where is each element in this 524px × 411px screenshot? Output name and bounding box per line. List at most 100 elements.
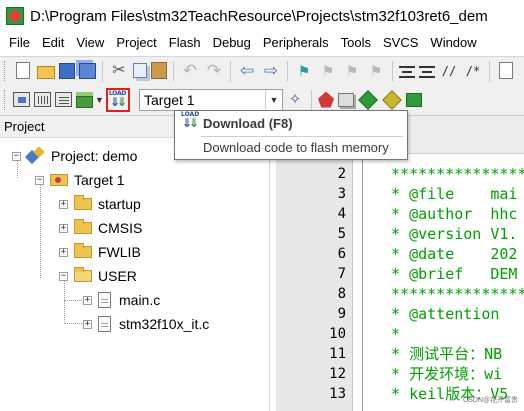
manage-rte-icon[interactable] xyxy=(318,91,334,108)
toolbar-grip[interactable] xyxy=(4,60,7,81)
tree-expander[interactable]: + xyxy=(59,199,68,209)
menu-view[interactable]: View xyxy=(70,32,110,54)
code-line: *************** xyxy=(382,285,524,303)
toolbar-separator xyxy=(102,60,103,81)
project-icon xyxy=(27,148,45,164)
menu-flash[interactable]: Flash xyxy=(163,32,207,54)
copy-icon[interactable] xyxy=(133,63,147,78)
rebuild-icon[interactable] xyxy=(55,92,72,107)
code-line: * @file mai xyxy=(382,185,518,203)
tree-label: USER xyxy=(98,268,137,284)
tree-expander[interactable]: − xyxy=(12,151,21,161)
toolbar-separator xyxy=(230,60,231,81)
tree-item-file-it[interactable]: + stm32f10x_it.c xyxy=(83,313,209,335)
fold-line xyxy=(362,154,363,411)
uncomment-icon[interactable]: /* xyxy=(463,61,483,81)
indent-icon[interactable] xyxy=(399,65,415,78)
tree-expander[interactable]: + xyxy=(59,247,68,257)
toolbar-separator xyxy=(489,60,490,81)
tree-item-project[interactable]: − Project: demo xyxy=(12,145,137,167)
build-icon[interactable] xyxy=(34,92,51,107)
tooltip-title: Download (F8) xyxy=(203,116,293,131)
navigate-back-icon[interactable]: ⇦ xyxy=(237,61,257,81)
menu-project[interactable]: Project xyxy=(110,32,162,54)
options-for-target-icon[interactable]: ✧ xyxy=(285,90,305,110)
download-button[interactable]: LOAD ⇓ ⇓ xyxy=(106,87,130,112)
navigate-forward-icon[interactable]: ⇨ xyxy=(261,61,281,81)
menu-peripherals[interactable]: Peripherals xyxy=(257,32,335,54)
chevron-down-icon[interactable]: ▼ xyxy=(95,90,104,110)
line-number: 13 xyxy=(329,386,346,402)
target-select[interactable]: Target 1 ▼ xyxy=(139,88,283,111)
download-tooltip: LOAD ⇓ ⇓ Download (F8) Download code to … xyxy=(174,110,408,160)
chevron-down-icon[interactable]: ▼ xyxy=(265,89,282,110)
tree-connector xyxy=(40,182,41,278)
menu-file[interactable]: File xyxy=(0,32,36,54)
bookmark-clear-icon[interactable]: ⚑ xyxy=(366,61,386,81)
batch-build-icon[interactable] xyxy=(76,96,93,108)
load-download-icon: LOAD ⇓ ⇓ xyxy=(109,89,128,109)
line-number: 3 xyxy=(337,186,346,202)
cut-icon[interactable]: ✂ xyxy=(109,61,129,81)
bookmark-next-icon[interactable]: ⚑ xyxy=(342,61,362,81)
folder-open-icon xyxy=(74,267,92,282)
manage-components-icon[interactable] xyxy=(338,92,354,107)
find-icon[interactable] xyxy=(499,62,513,79)
tree-expander[interactable]: + xyxy=(83,319,92,329)
tree-label: Target 1 xyxy=(74,172,125,188)
line-number: 9 xyxy=(337,306,346,322)
toolbar-separator xyxy=(311,89,312,110)
menu-edit[interactable]: Edit xyxy=(36,32,70,54)
tree-expander[interactable]: − xyxy=(59,271,68,281)
menu-window[interactable]: Window xyxy=(424,32,482,54)
save-icon[interactable] xyxy=(59,62,75,79)
tree-label: Project: demo xyxy=(51,148,138,164)
code-editor[interactable]: 2 *************** 3 * @file mai 4 * @aut… xyxy=(276,116,524,411)
code-line: * @attention xyxy=(382,305,500,323)
menu-svcs[interactable]: SVCS xyxy=(377,32,424,54)
toolbar-separator xyxy=(173,60,174,81)
software-packs-icon[interactable] xyxy=(406,92,422,107)
tree-expander[interactable]: + xyxy=(59,223,68,233)
title-bar: D:\Program Files\stm32TeachResource\Proj… xyxy=(0,0,524,32)
code-line: * xyxy=(382,325,401,343)
tree-expander[interactable]: − xyxy=(35,175,44,185)
open-folder-icon[interactable] xyxy=(37,66,55,79)
menu-tools[interactable]: Tools xyxy=(335,32,377,54)
tree-item-group-startup[interactable]: + startup xyxy=(59,193,141,215)
pack-installer-icon[interactable] xyxy=(382,89,402,110)
tree-item-group-cmsis[interactable]: + CMSIS xyxy=(59,217,142,239)
line-number: 6 xyxy=(337,246,346,262)
file-toolbar: ✂ ↶ ↷ ⇦ ⇨ ⚑ ⚑ ⚑ ⚑ // /* xyxy=(0,56,524,84)
tree-item-target[interactable]: − Target 1 xyxy=(35,169,125,191)
toolbar-grip[interactable] xyxy=(4,89,7,110)
bookmark-prev-icon[interactable]: ⚑ xyxy=(318,61,338,81)
new-file-icon[interactable] xyxy=(16,62,30,79)
redo-icon[interactable]: ↷ xyxy=(204,61,224,81)
line-number: 7 xyxy=(337,266,346,282)
tree-expander[interactable]: + xyxy=(83,295,92,305)
unindent-icon[interactable] xyxy=(419,65,435,78)
undo-icon[interactable]: ↶ xyxy=(180,61,200,81)
menu-debug[interactable]: Debug xyxy=(207,32,257,54)
save-all-icon[interactable] xyxy=(79,62,96,79)
translate-icon[interactable] xyxy=(13,92,30,107)
code-line: * 测试平台：NB xyxy=(382,345,503,363)
comment-icon[interactable]: // xyxy=(439,61,459,81)
tree-label: FWLIB xyxy=(98,244,141,260)
tree-item-file-main[interactable]: + main.c xyxy=(83,289,160,311)
tooltip-divider xyxy=(201,136,403,137)
tree-label: CMSIS xyxy=(98,220,143,236)
tree-item-group-user[interactable]: − USER xyxy=(59,265,137,287)
code-line: * @version V1. xyxy=(382,225,518,243)
code-line: *************** xyxy=(382,165,524,183)
code-line: * @date 202 xyxy=(382,245,518,263)
tree-item-group-fwlib[interactable]: + FWLIB xyxy=(59,241,141,263)
tree-connector xyxy=(64,300,84,301)
c-file-icon xyxy=(98,292,111,308)
select-packs-icon[interactable] xyxy=(358,89,378,110)
paste-icon[interactable] xyxy=(151,62,167,79)
bookmark-toggle-icon[interactable]: ⚑ xyxy=(294,61,314,81)
code-line: * @author hhc xyxy=(382,205,518,223)
code-line: * 开发环境：wi xyxy=(382,365,503,383)
